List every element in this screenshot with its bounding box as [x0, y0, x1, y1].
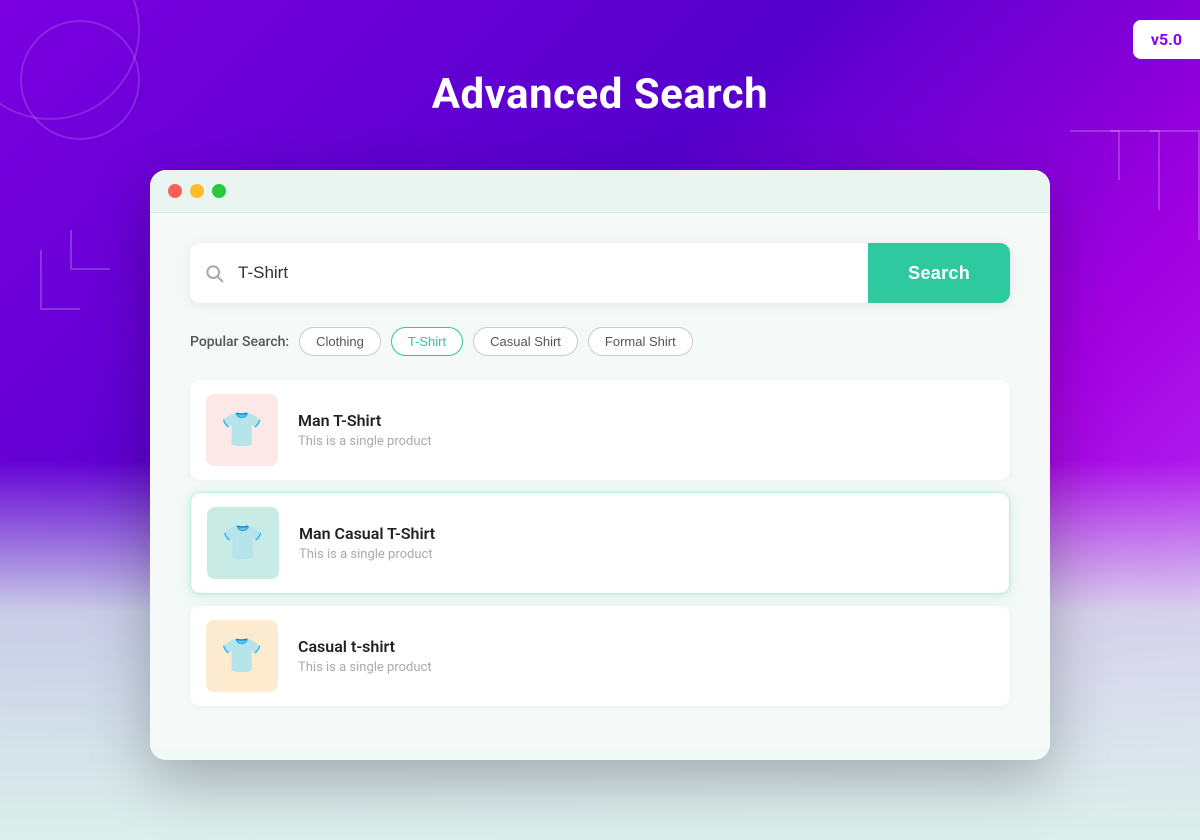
- search-button[interactable]: Search: [868, 243, 1010, 303]
- bg-step-right-3: [1150, 130, 1200, 240]
- product-desc-casual-tshirt: This is a single product: [298, 660, 994, 675]
- popular-tag-clothing[interactable]: Clothing: [299, 327, 381, 356]
- traffic-dot-minimize[interactable]: [190, 184, 204, 198]
- page-title: Advanced Search: [0, 70, 1200, 119]
- tshirt-icon-teal: 👕: [222, 523, 264, 563]
- product-thumb-man-casual-tshirt: 👕: [207, 507, 279, 579]
- result-item-man-casual-tshirt[interactable]: 👕 Man Casual T-Shirt This is a single pr…: [190, 492, 1010, 594]
- traffic-dot-close[interactable]: [168, 184, 182, 198]
- version-badge: v5.0: [1133, 20, 1200, 59]
- result-item-man-tshirt[interactable]: 👕 Man T-Shirt This is a single product: [190, 380, 1010, 480]
- product-name-man-tshirt: Man T-Shirt: [298, 411, 994, 430]
- popular-search-row: Popular Search: Clothing T-Shirt Casual …: [190, 327, 1010, 356]
- popular-search-label: Popular Search:: [190, 334, 289, 350]
- browser-titlebar: [150, 170, 1050, 213]
- search-icon: [204, 263, 224, 283]
- search-input[interactable]: [238, 245, 868, 301]
- popular-tag-formal-shirt[interactable]: Formal Shirt: [588, 327, 693, 356]
- results-list: 👕 Man T-Shirt This is a single product 👕…: [190, 380, 1010, 718]
- popular-tag-tshirt[interactable]: T-Shirt: [391, 327, 463, 356]
- tshirt-icon-orange: 👕: [221, 636, 263, 676]
- search-icon-wrap: [190, 263, 238, 283]
- product-name-casual-tshirt: Casual t-shirt: [298, 637, 994, 656]
- product-info-man-casual-tshirt: Man Casual T-Shirt This is a single prod…: [299, 524, 993, 562]
- bg-step-left-2: [40, 250, 80, 310]
- browser-window: Search Popular Search: Clothing T-Shirt …: [150, 170, 1050, 760]
- product-name-man-casual-tshirt: Man Casual T-Shirt: [299, 524, 993, 543]
- product-thumb-casual-tshirt: 👕: [206, 620, 278, 692]
- result-item-casual-tshirt[interactable]: 👕 Casual t-shirt This is a single produc…: [190, 606, 1010, 706]
- product-info-man-tshirt: Man T-Shirt This is a single product: [298, 411, 994, 449]
- product-desc-man-tshirt: This is a single product: [298, 434, 994, 449]
- tshirt-icon-red: 👕: [221, 410, 263, 450]
- popular-tag-casual-shirt[interactable]: Casual Shirt: [473, 327, 578, 356]
- product-info-casual-tshirt: Casual t-shirt This is a single product: [298, 637, 994, 675]
- product-thumb-man-tshirt: 👕: [206, 394, 278, 466]
- search-bar: Search: [190, 243, 1010, 303]
- product-desc-man-casual-tshirt: This is a single product: [299, 547, 993, 562]
- traffic-dot-maximize[interactable]: [212, 184, 226, 198]
- browser-content: Search Popular Search: Clothing T-Shirt …: [150, 213, 1050, 748]
